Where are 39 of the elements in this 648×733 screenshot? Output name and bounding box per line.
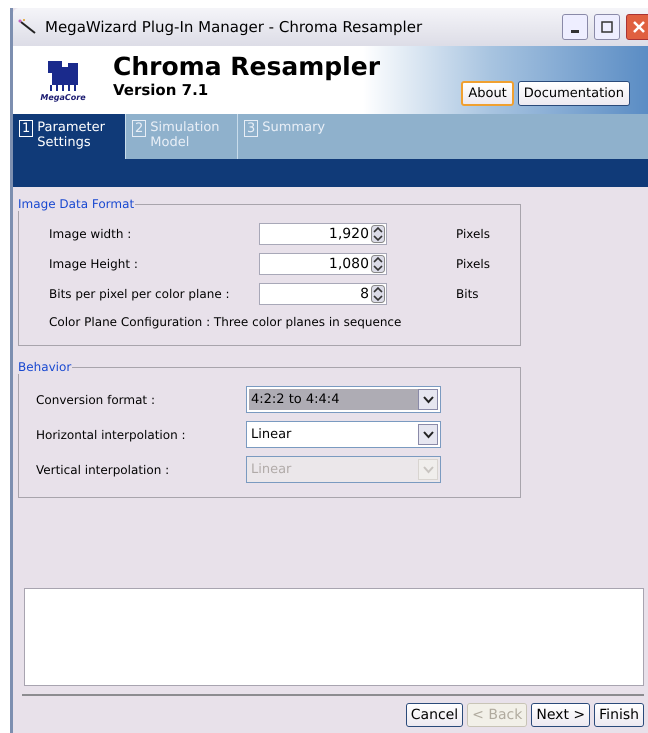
- number-spinner[interactable]: 8: [259, 283, 387, 305]
- unit-label: Pixels: [456, 227, 490, 241]
- wizard-tab[interactable]: 1 Parameter Settings: [13, 114, 125, 159]
- minimize-icon: [571, 30, 579, 32]
- unit-label: Bits: [456, 287, 479, 301]
- configuration-note: Color Plane Configuration : Three color planes in sequence: [48, 314, 402, 331]
- version-label: Version 7.1: [113, 81, 210, 99]
- chevron-down-icon: [422, 396, 434, 404]
- spinner-arrows-icon: [371, 285, 385, 303]
- header-button[interactable]: Documentation: [518, 81, 630, 106]
- component-title: Chroma Resampler: [113, 52, 382, 81]
- dropdown[interactable]: Linear: [246, 421, 441, 448]
- field-label: Image width :: [48, 227, 132, 241]
- field-label: Conversion format :: [35, 392, 156, 406]
- chevron-down-icon: [422, 466, 434, 474]
- number-spinner[interactable]: 1,080: [259, 253, 387, 275]
- unit-label: Pixels: [456, 257, 490, 271]
- maximize-icon: [601, 21, 613, 33]
- maximize-button[interactable]: [594, 14, 620, 40]
- number-spinner[interactable]: 1,920: [259, 223, 387, 245]
- field-label: Bits per pixel per color plane :: [48, 287, 231, 301]
- group-title: Behavior: [17, 360, 72, 374]
- spinner-arrows-icon: [371, 225, 385, 243]
- spinner-arrows-icon: [371, 255, 385, 273]
- close-button[interactable]: [626, 14, 648, 40]
- minimize-button[interactable]: [562, 14, 588, 40]
- wizard-button[interactable]: Finish: [594, 703, 644, 727]
- logo-text: MegaCore: [40, 92, 86, 102]
- field-label: Vertical interpolation :: [35, 462, 170, 476]
- field-label: Horizontal interpolation :: [35, 428, 187, 442]
- close-icon: [632, 20, 646, 34]
- wizard-button[interactable]: Next >: [531, 703, 590, 727]
- header-button[interactable]: About: [461, 81, 514, 106]
- group-title: Image Data Format: [17, 197, 136, 211]
- field-label: Image Height :: [48, 257, 139, 271]
- window-title: MegaWizard Plug-In Manager - Chroma Resampler: [45, 18, 424, 36]
- chevron-down-icon: [422, 430, 434, 438]
- wizard-button[interactable]: Cancel: [406, 703, 464, 727]
- dropdown[interactable]: 4:2:2 to 4:4:4: [246, 386, 441, 413]
